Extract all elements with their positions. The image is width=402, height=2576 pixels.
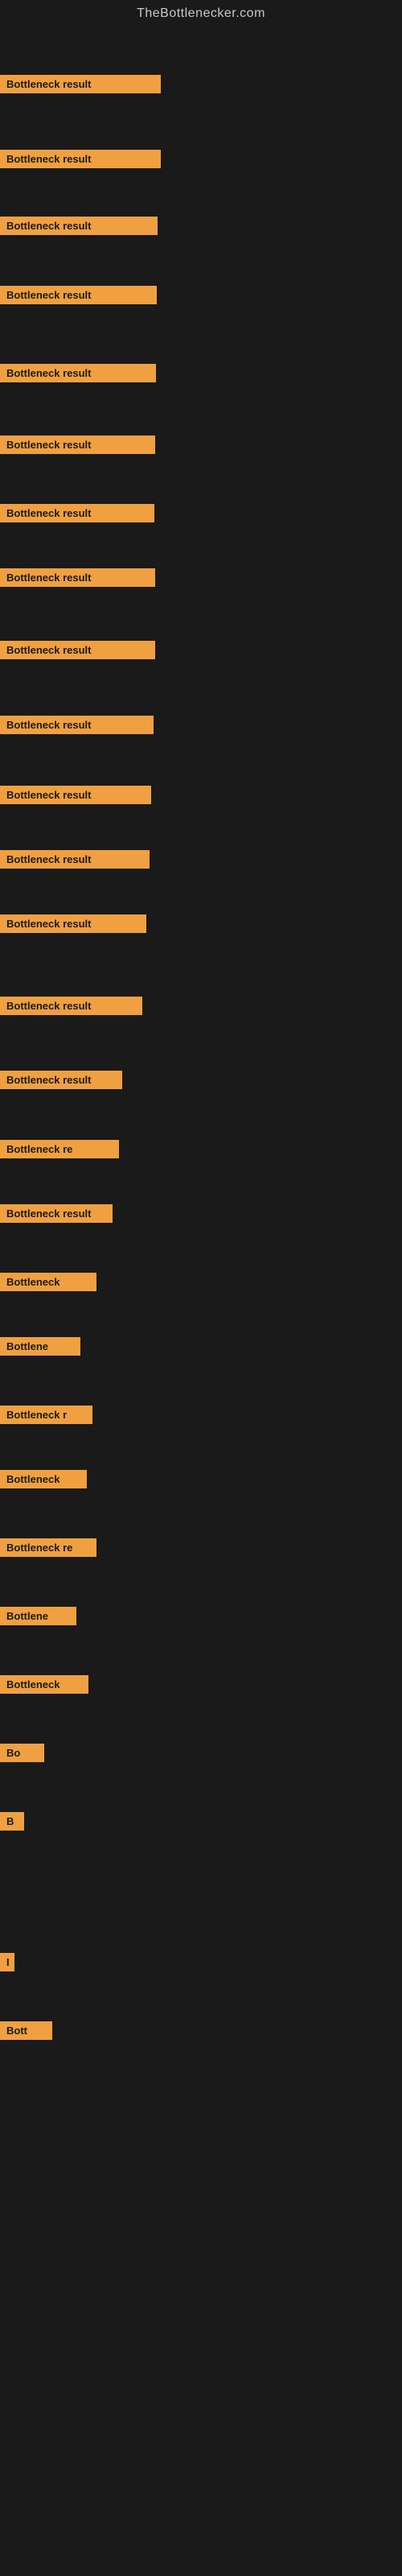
bottleneck-result-label: Bottleneck [0, 1273, 96, 1291]
list-item: Bottleneck result [0, 286, 157, 308]
list-item: Bottleneck result [0, 716, 154, 738]
bottleneck-result-label: Bottleneck result [0, 436, 155, 454]
list-item: I [0, 1953, 14, 1975]
bottleneck-result-label: Bottleneck re [0, 1140, 119, 1158]
bottleneck-result-label: Bottleneck result [0, 1204, 113, 1223]
list-item: Bottleneck result [0, 1204, 113, 1227]
list-item: Bottleneck result [0, 150, 161, 172]
list-item: Bottleneck result [0, 217, 158, 239]
bottleneck-result-label: Bottleneck result [0, 1071, 122, 1089]
bottleneck-result-label: Bottlene [0, 1607, 76, 1625]
bottleneck-result-label: Bottleneck result [0, 641, 155, 659]
list-item: Bottleneck result [0, 914, 146, 937]
list-item: Bottleneck result [0, 75, 161, 97]
bottleneck-result-label: Bottleneck re [0, 1538, 96, 1557]
list-item: B [0, 1812, 24, 1835]
list-item: Bottleneck [0, 1470, 87, 1492]
bottleneck-result-label: Bottleneck [0, 1470, 87, 1488]
list-item: Bottleneck result [0, 1071, 122, 1093]
bottleneck-result-label: Bottleneck r [0, 1406, 92, 1424]
list-item: Bottleneck re [0, 1538, 96, 1561]
bottleneck-result-label: Bottleneck result [0, 997, 142, 1015]
bottleneck-result-label: Bottleneck result [0, 286, 157, 304]
bottleneck-result-label: Bott [0, 2021, 52, 2040]
bottleneck-result-label: B [0, 1812, 24, 1831]
bottleneck-result-label: Bottleneck result [0, 786, 151, 804]
list-item: Bottleneck result [0, 436, 155, 458]
list-item: Bottleneck [0, 1675, 88, 1698]
bottleneck-result-label: Bottleneck [0, 1675, 88, 1694]
list-item: Bottleneck r [0, 1406, 92, 1428]
bottleneck-result-label: Bottleneck result [0, 716, 154, 734]
list-item: Bottlene [0, 1337, 80, 1360]
bottleneck-result-label: Bottleneck result [0, 914, 146, 933]
list-item: Bottleneck result [0, 850, 150, 873]
bottleneck-result-label: Bottleneck result [0, 75, 161, 93]
list-item: Bottlene [0, 1607, 76, 1629]
list-item: Bottleneck result [0, 504, 154, 526]
site-title: TheBottlenecker.com [0, 0, 402, 29]
bottleneck-result-label: Bottleneck result [0, 217, 158, 235]
bottleneck-result-label: Bottlene [0, 1337, 80, 1356]
list-item: Bottleneck [0, 1273, 96, 1295]
list-item: Bottleneck result [0, 641, 155, 663]
bottleneck-result-label: I [0, 1953, 14, 1971]
list-item: Bottleneck result [0, 568, 155, 591]
bottleneck-result-label: Bottleneck result [0, 504, 154, 522]
bottleneck-result-label: Bottleneck result [0, 850, 150, 869]
bottleneck-result-label: Bo [0, 1744, 44, 1762]
bottleneck-result-label: Bottleneck result [0, 568, 155, 587]
list-item: Bottleneck re [0, 1140, 119, 1162]
bottleneck-result-label: Bottleneck result [0, 150, 161, 168]
list-item: Bottleneck result [0, 786, 151, 808]
bottleneck-result-label: Bottleneck result [0, 364, 156, 382]
list-item: Bottleneck result [0, 364, 156, 386]
list-item: Bo [0, 1744, 44, 1766]
list-item: Bott [0, 2021, 52, 2044]
list-item: Bottleneck result [0, 997, 142, 1019]
